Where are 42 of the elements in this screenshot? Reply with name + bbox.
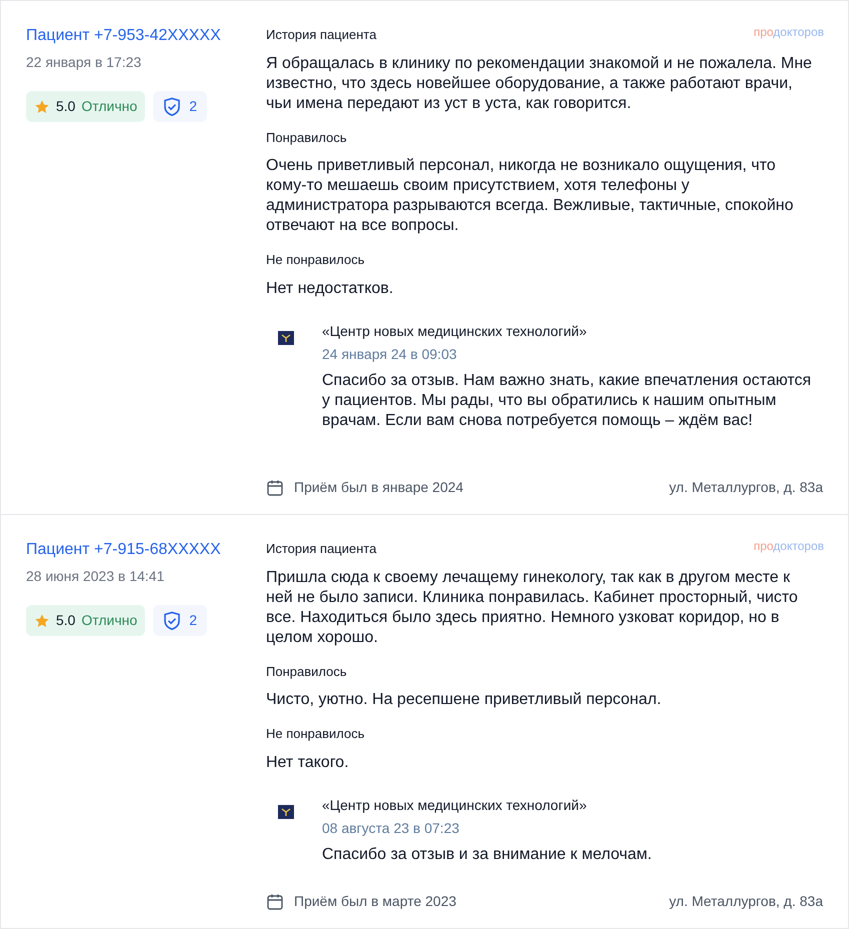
clinic-name: «Центр новых медицинских технологий» [322,796,588,815]
review-date: 28 июня 2023 в 14:41 [26,567,166,586]
reply-date: 24 января 24 в 09:03 [322,344,458,364]
verified-count: 2 [189,611,198,630]
section-title: Понравилось [266,662,347,681]
brand-logo: продокторов [754,24,824,41]
rating-value: 5.0 [56,611,76,630]
section-title: История пациента [266,540,376,558]
shield-check-icon [163,610,182,630]
rating-label: Отлично [81,611,138,630]
visit-date: Приём был в марте 2023 [294,892,456,911]
clinic-address: ул. Металлургов, д. 83а [669,892,823,911]
visit-date: Приём был в январе 2024 [294,478,464,497]
calendar-icon [266,892,284,910]
calendar-icon [266,478,284,496]
clinic-name: «Центр новых медицинских технологий» [322,322,588,341]
reply-text: Спасибо за отзыв. Нам важно знать, какие впечатления остаются у пациентов. Мы рады, что вы обратились к нашим опытным врачам. Если вам снова потребуется помощь – ждём вас! [322,370,812,430]
clinic-address: ул. Металлургов, д. 83а [669,478,823,497]
rating-label: Отлично [81,97,138,116]
author-link[interactable]: Пациент +7-915-68XXXXX [26,539,266,561]
star-icon [34,98,50,114]
brand-logo: продокторов [754,538,824,555]
section-text: Нет недостатков. [266,278,394,298]
shield-check-icon [163,96,182,116]
verified-count: 2 [189,97,198,116]
clinic-logo-icon [278,330,294,344]
section-text: Пришла сюда к своему лечащему гинекологу, так как в другом месте к ней не было записи. Клиника понравилась. Кабинет просторный, чисто все. Находиться было здесь приятно. Немного узковат коридор, но в целом хорошо. [266,568,799,648]
section-title: Не понравилось [266,251,365,269]
section-title: История пациента [266,26,376,44]
section-text: Чисто, уютно. На ресепшене приветливый персонал. [266,690,662,710]
section-text: Я обращалась в клинику по рекомендации знакомой и не пожалела. Мне известно, что здесь новейшее оборудование, а также работают врачи, чьи имена передают из уст в уста, как говорится. [266,54,813,114]
clinic-logo-icon [278,804,294,818]
review-date: 22 января в 17:23 [26,53,142,72]
author-link[interactable]: Пациент +7-953-42XXXXX [26,25,266,47]
section-title: Не понравилось [266,725,365,743]
reply-date: 08 августа 23 в 07:23 [322,818,460,838]
section-text: Очень приветливый персонал, никогда не возникало ощущения, что кому-то мешаешь своим присутствием, хотя телефоны у администратора разрываются всегда. Вежливые, тактичные, спокойно отвечают на все вопросы. [266,156,794,236]
rating-value: 5.0 [56,97,76,116]
section-text: Нет такого. [266,752,350,772]
star-icon [34,612,50,628]
reply-text: Спасибо за отзыв и за внимание к мелочам. [322,844,652,864]
section-title: Понравилось [266,128,347,147]
